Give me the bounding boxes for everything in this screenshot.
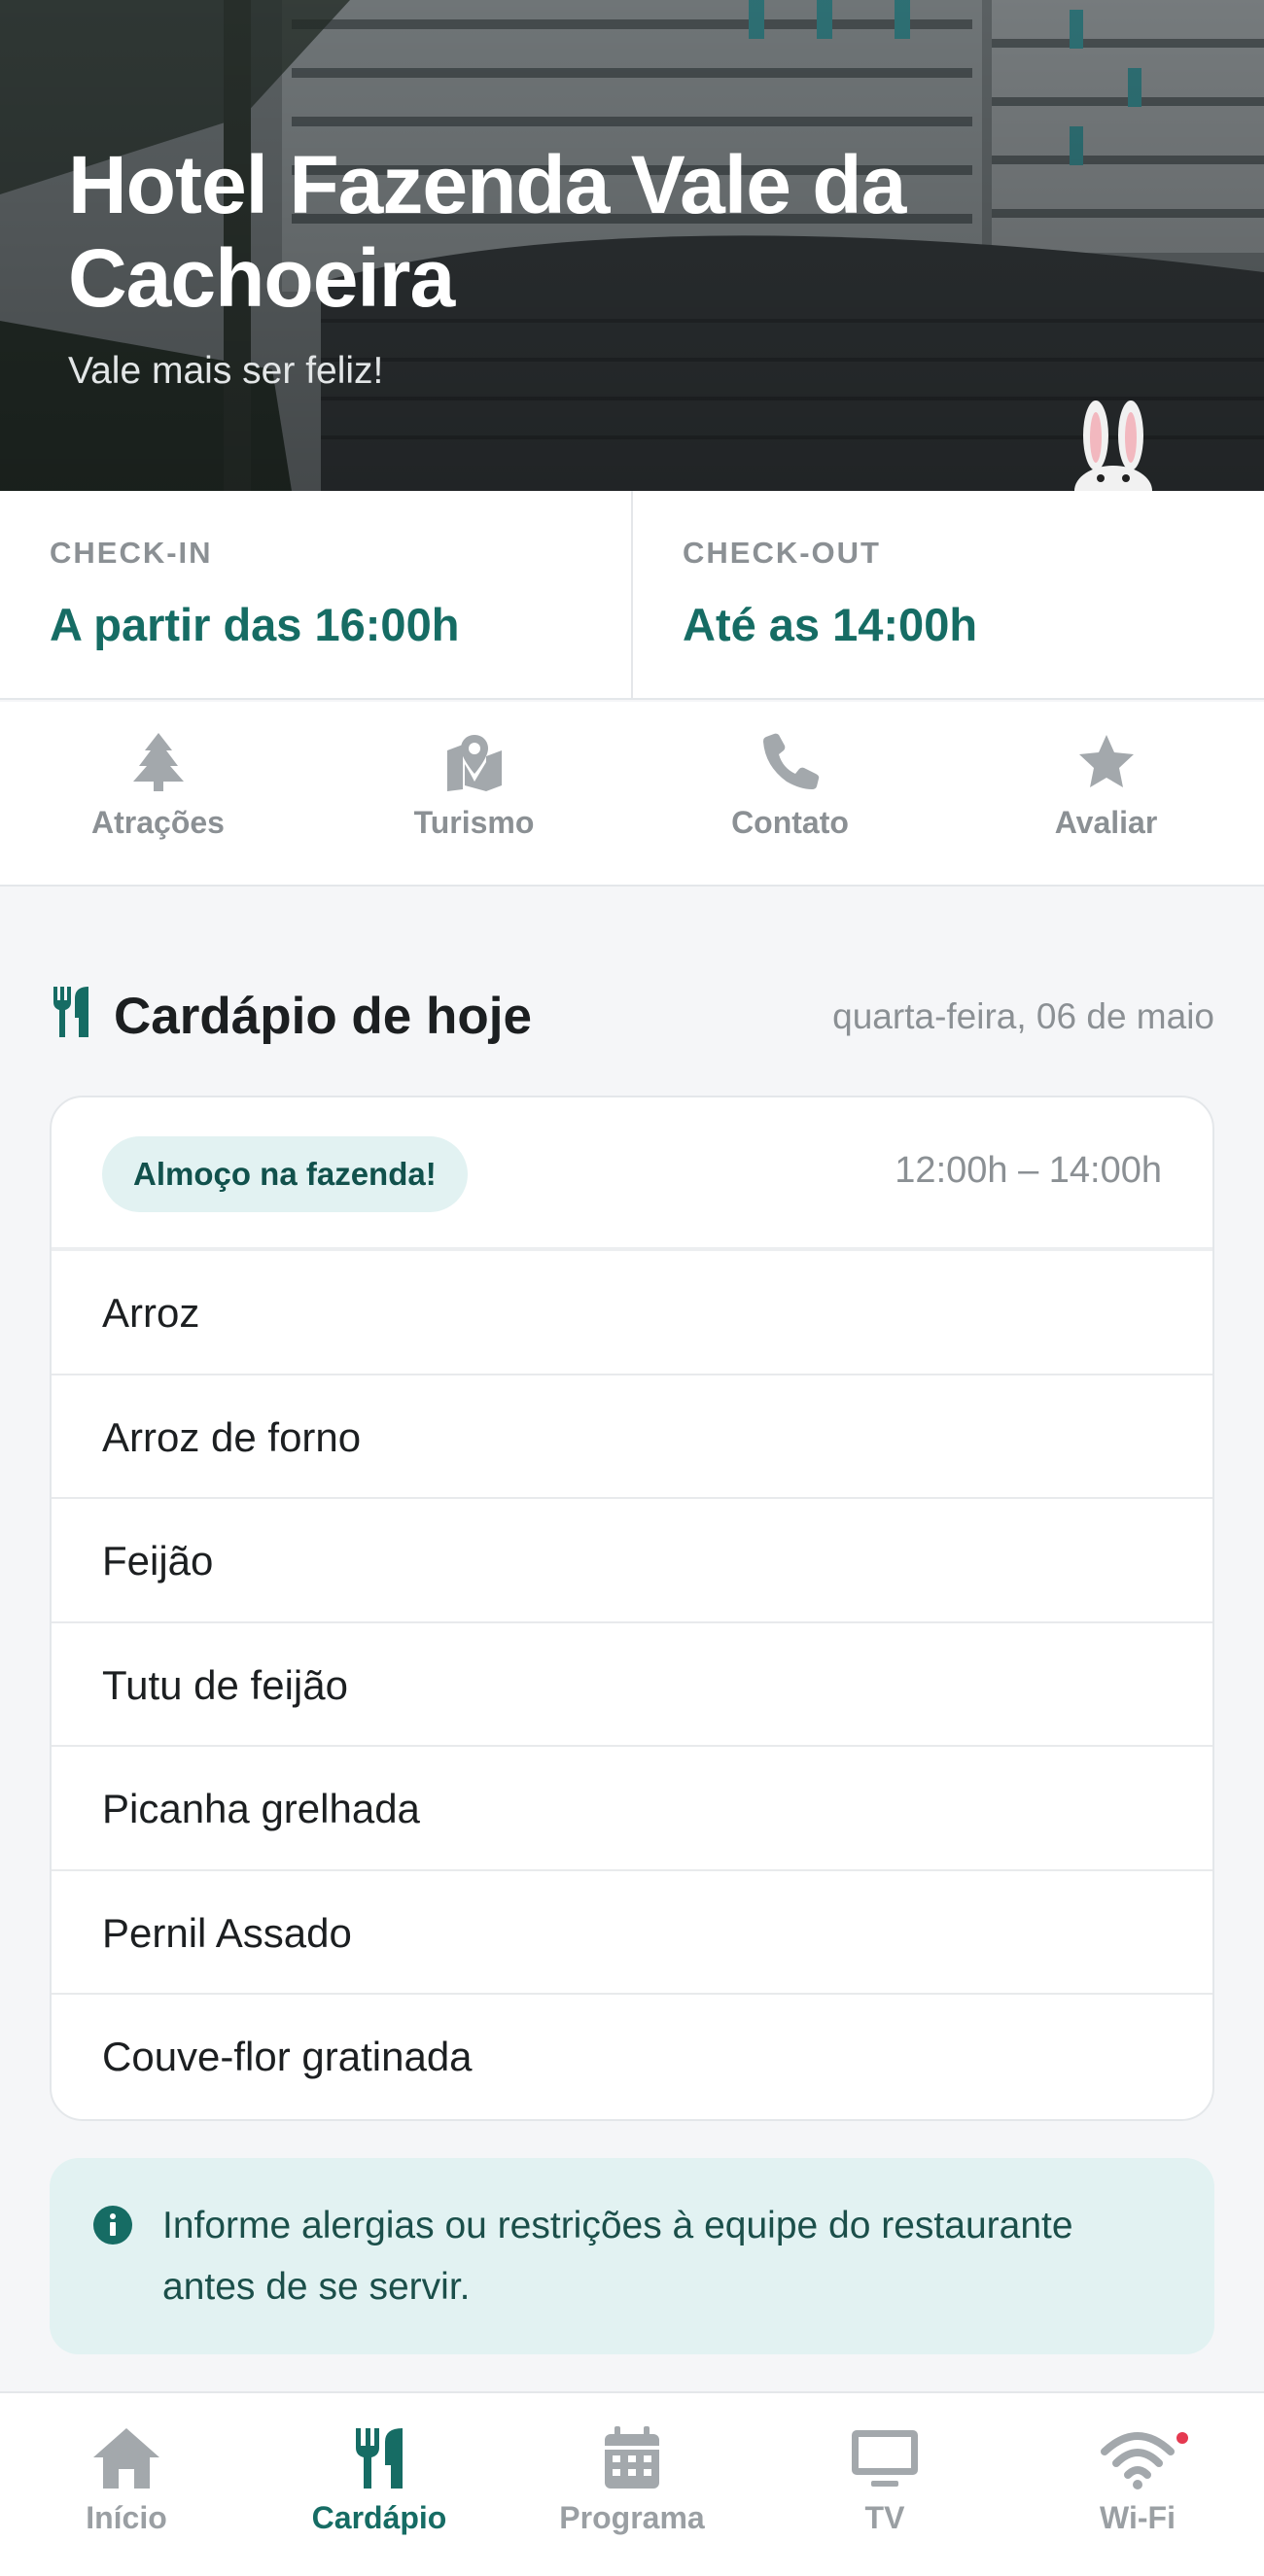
nav-label: Cardápio [311, 2500, 447, 2535]
menu-item: Feijão [52, 1499, 1212, 1623]
quick-action-label: Contato [731, 805, 849, 840]
menu-item: Picanha grelhada [52, 1747, 1212, 1871]
checkin-time: A partir das 16:00h [50, 599, 460, 650]
nav-tv[interactable]: TV [758, 2393, 1011, 2576]
menu-items-list: Arroz Arroz de forno Feijão Tutu de feij… [52, 1251, 1212, 2119]
menu-section-header: Cardápio de hoje quarta-feira, 06 de mai… [50, 977, 1214, 1055]
hotel-tagline: Vale mais ser feliz! [68, 350, 384, 392]
hotel-name: Hotel Fazenda Vale da Cachoeira [68, 139, 906, 324]
star-icon [1078, 735, 1134, 787]
utensils-icon [53, 987, 88, 1037]
checkout-label: CHECK-OUT [683, 536, 881, 570]
nav-label: Início [86, 2500, 167, 2535]
checkout-block: CHECK-OUT Até as 14:00h [631, 491, 1264, 698]
home-icon [93, 2428, 159, 2489]
notification-dot [1176, 2432, 1188, 2444]
allergy-notice: Informe alergias ou restrições à equipe … [50, 2158, 1214, 2354]
nav-wifi[interactable]: Wi-Fi [1011, 2393, 1264, 2576]
nav-label: TV [864, 2500, 905, 2535]
checkin-label: CHECK-IN [50, 536, 213, 570]
map-pin-icon [446, 735, 502, 791]
wifi-icon [1101, 2432, 1175, 2489]
check-times: CHECK-IN A partir das 16:00h CHECK-OUT A… [0, 491, 1264, 700]
quick-action-label: Atrações [91, 805, 225, 840]
section-title: Cardápio de hoje [114, 988, 532, 1045]
phone-icon [762, 733, 819, 789]
quick-action-avaliar[interactable]: Avaliar [948, 702, 1264, 885]
nav-inicio[interactable]: Início [0, 2393, 253, 2576]
meal-card: Almoço na fazenda! 12:00h – 14:00h Arroz… [50, 1096, 1214, 2121]
meal-card-header: Almoço na fazenda! 12:00h – 14:00h [52, 1097, 1212, 1251]
quick-action-atracoes[interactable]: Atrações [0, 702, 316, 885]
tv-icon [852, 2430, 918, 2487]
quick-action-turismo[interactable]: Turismo [316, 702, 632, 885]
calendar-icon [605, 2426, 659, 2489]
hero-banner: Hotel Fazenda Vale da Cachoeira Vale mai… [0, 0, 1264, 491]
info-icon [93, 2206, 132, 2245]
meal-time: 12:00h – 14:00h [895, 1150, 1162, 1191]
quick-action-label: Turismo [413, 805, 535, 840]
meal-name-badge: Almoço na fazenda! [102, 1136, 468, 1212]
bunny-icon [1074, 400, 1152, 491]
menu-item: Tutu de feijão [52, 1623, 1212, 1747]
quick-action-label: Avaliar [1054, 805, 1158, 840]
nav-label: Programa [559, 2500, 705, 2535]
menu-item: Couve-flor gratinada [102, 2034, 473, 2079]
tree-icon [132, 733, 184, 791]
notice-text: Informe alergias ou restrições à equipe … [162, 2205, 1073, 2308]
nav-cardapio[interactable]: Cardápio [253, 2393, 506, 2576]
quick-actions: Atrações Turismo Contato Avaliar [0, 702, 1264, 887]
nav-label: Wi-Fi [1100, 2500, 1176, 2535]
menu-item: Arroz [52, 1251, 1212, 1375]
bottom-navigation: Início Cardápio Programa TV Wi-Fi [0, 2391, 1264, 2576]
checkin-block: CHECK-IN A partir das 16:00h [0, 491, 631, 698]
utensils-icon [356, 2428, 403, 2489]
quick-action-contato[interactable]: Contato [632, 702, 948, 885]
checkout-time: Até as 14:00h [683, 599, 978, 650]
menu-date: quarta-feira, 06 de maio [832, 996, 1214, 1036]
menu-item: Pernil Assado [52, 1871, 1212, 1995]
nav-programa[interactable]: Programa [506, 2393, 758, 2576]
menu-item: Arroz de forno [52, 1375, 1212, 1499]
